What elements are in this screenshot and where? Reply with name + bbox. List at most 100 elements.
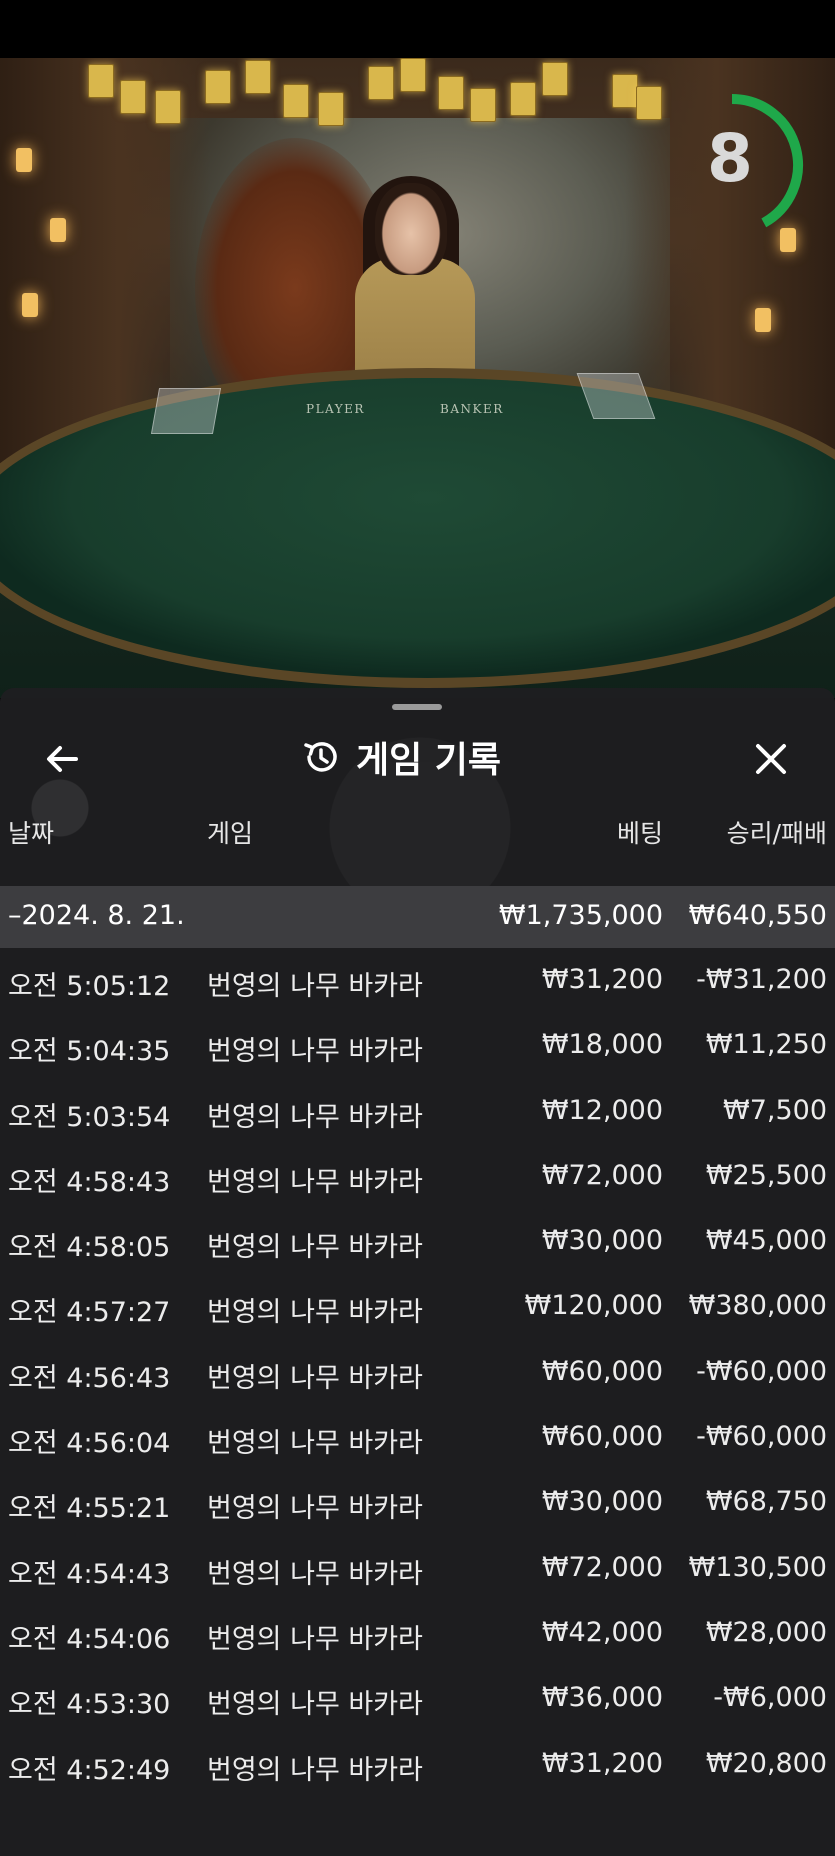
- hanging-card: [470, 88, 496, 122]
- row-game: 번영의 나무 바카라: [207, 971, 423, 1002]
- baccarat-table: [0, 368, 835, 688]
- lantern: [22, 293, 38, 317]
- hanging-card: [612, 74, 638, 108]
- row-time: 오전 4:55:21: [8, 1493, 171, 1525]
- date-group-bet-total: ₩1,735,000: [498, 900, 663, 931]
- dealer-face: [375, 183, 447, 275]
- hanging-card: [542, 62, 568, 96]
- row-result: ₩7,500: [723, 1094, 827, 1126]
- hanging-card: [155, 90, 181, 124]
- row-time: 오전 4:54:06: [8, 1623, 171, 1655]
- card-shoe: [150, 388, 222, 434]
- row-time: 오전 4:56:04: [8, 1428, 171, 1460]
- row-result: ₩45,000: [705, 1225, 827, 1257]
- row-time: 오전 4:57:27: [8, 1297, 171, 1329]
- row-time: 오전 4:56:43: [8, 1362, 171, 1394]
- row-time: 오전 4:53:30: [8, 1689, 171, 1721]
- row-time: 오전 4:54:43: [8, 1558, 171, 1590]
- row-result: ₩25,500: [705, 1159, 827, 1191]
- row-bet: ₩31,200: [541, 964, 663, 995]
- column-header-bet: 베팅: [616, 819, 663, 848]
- hanging-card: [510, 82, 536, 116]
- history-row[interactable]: 오전 4:58:43 번영의 나무 바카라 ₩72,000 ₩25,500: [0, 1144, 835, 1209]
- row-result: -₩6,000: [713, 1682, 827, 1714]
- row-time: 오전 4:58:43: [8, 1166, 171, 1198]
- row-bet: ₩60,000: [541, 1355, 663, 1387]
- history-row[interactable]: 오전 4:53:30 번영의 나무 바카라 ₩36,000 -₩6,000: [0, 1666, 835, 1731]
- hanging-card: [318, 92, 344, 126]
- hanging-card: [368, 66, 394, 100]
- history-row[interactable]: 오전 4:57:27 번영의 나무 바카라 ₩120,000 ₩380,000: [0, 1274, 835, 1339]
- row-result: ₩68,750: [705, 1486, 827, 1518]
- date-group-row[interactable]: –2024. 8. 21. ₩1,735,000 ₩640,550: [0, 886, 835, 948]
- row-game: 번영의 나무 바카라: [207, 1362, 423, 1394]
- arrow-left-icon: [47, 746, 78, 772]
- row-game: 번영의 나무 바카라: [207, 1558, 423, 1590]
- game-history-sheet: 게임 기록 날짜 게임 베팅 승리/패배 –2024. 8. 21. ₩1,73…: [0, 688, 835, 1856]
- history-row[interactable]: 오전 5:05:12 번영의 나무 바카라 ₩31,200 -₩31,200: [0, 948, 835, 1013]
- history-row[interactable]: 오전 4:55:21 번영의 나무 바카라 ₩30,000 ₩68,750: [0, 1470, 835, 1535]
- lantern: [50, 218, 66, 242]
- date-group-result-total: ₩640,550: [688, 900, 827, 931]
- sheet-header: 게임 기록: [300, 734, 502, 781]
- countdown-timer: 8: [707, 120, 753, 197]
- history-row[interactable]: 오전 5:03:54 번영의 나무 바카라 ₩12,000 ₩7,500: [0, 1079, 835, 1144]
- row-game: 번영의 나무 바카라: [207, 1493, 423, 1525]
- row-game: 번영의 나무 바카라: [207, 1101, 423, 1133]
- column-header-game: 게임: [207, 819, 254, 848]
- row-result: ₩380,000: [688, 1290, 827, 1322]
- row-result: -₩60,000: [696, 1355, 827, 1387]
- row-result: ₩130,500: [688, 1551, 827, 1583]
- hanging-card: [120, 80, 146, 114]
- row-game: 번영의 나무 바카라: [207, 1689, 423, 1721]
- history-row[interactable]: 오전 4:58:05 번영의 나무 바카라 ₩30,000 ₩45,000: [0, 1209, 835, 1274]
- hanging-card: [205, 70, 231, 104]
- row-bet: ₩42,000: [541, 1616, 663, 1648]
- sheet-title: 게임 기록: [356, 740, 502, 781]
- column-header-date: 날짜: [8, 819, 55, 848]
- row-game: 번영의 나무 바카라: [207, 1297, 423, 1329]
- drag-handle[interactable]: [392, 704, 442, 710]
- row-game: 번영의 나무 바카라: [207, 1232, 423, 1264]
- hanging-card: [88, 64, 114, 98]
- row-bet: ₩72,000: [541, 1551, 663, 1583]
- back-button[interactable]: [40, 736, 86, 782]
- row-bet: ₩30,000: [541, 1225, 663, 1257]
- history-row[interactable]: 오전 4:52:49 번영의 나무 바카라 ₩31,200 ₩20,800: [0, 1732, 835, 1797]
- history-list: 오전 5:05:12 번영의 나무 바카라 ₩31,200 -₩31,200 오…: [0, 948, 835, 1797]
- history-row[interactable]: 오전 4:56:04 번영의 나무 바카라 ₩60,000 -₩60,000: [0, 1405, 835, 1470]
- history-row[interactable]: 오전 4:54:43 번영의 나무 바카라 ₩72,000 ₩130,500: [0, 1536, 835, 1601]
- row-bet: ₩72,000: [541, 1159, 663, 1191]
- history-row[interactable]: 오전 4:56:43 번영의 나무 바카라 ₩60,000 -₩60,000: [0, 1340, 835, 1405]
- history-row[interactable]: 오전 5:04:35 번영의 나무 바카라 ₩18,000 ₩11,250: [0, 1013, 835, 1078]
- row-bet: ₩12,000: [541, 1094, 663, 1126]
- row-result: ₩20,800: [705, 1747, 827, 1779]
- row-result: -₩31,200: [696, 964, 827, 995]
- banker-label: BANKER: [440, 402, 504, 416]
- row-result: ₩11,250: [705, 1029, 827, 1061]
- row-game: 번영의 나무 바카라: [207, 1166, 423, 1198]
- row-bet: ₩18,000: [541, 1029, 663, 1061]
- lantern: [755, 308, 771, 332]
- row-game: 번영의 나무 바카라: [207, 1754, 423, 1786]
- hanging-card: [636, 86, 662, 120]
- row-time: 오전 4:58:05: [8, 1232, 171, 1264]
- row-bet: ₩120,000: [524, 1290, 663, 1322]
- row-bet: ₩36,000: [541, 1682, 663, 1714]
- hanging-card: [283, 84, 309, 118]
- status-bar: [0, 0, 835, 58]
- row-game: 번영의 나무 바카라: [207, 1623, 423, 1655]
- row-result: -₩60,000: [696, 1421, 827, 1453]
- hanging-card: [438, 76, 464, 110]
- close-button[interactable]: [748, 736, 794, 782]
- hanging-card: [245, 60, 271, 94]
- row-result: ₩28,000: [705, 1616, 827, 1648]
- lantern: [16, 148, 32, 172]
- date-group-date: –2024. 8. 21.: [8, 900, 185, 931]
- history-row[interactable]: 오전 4:54:06 번영의 나무 바카라 ₩42,000 ₩28,000: [0, 1601, 835, 1666]
- close-icon: [756, 744, 786, 774]
- history-clock-icon: [304, 742, 337, 772]
- row-time: 오전 5:04:35: [8, 1036, 171, 1068]
- player-label: PLAYER: [306, 402, 365, 416]
- row-time: 오전 5:03:54: [8, 1101, 171, 1133]
